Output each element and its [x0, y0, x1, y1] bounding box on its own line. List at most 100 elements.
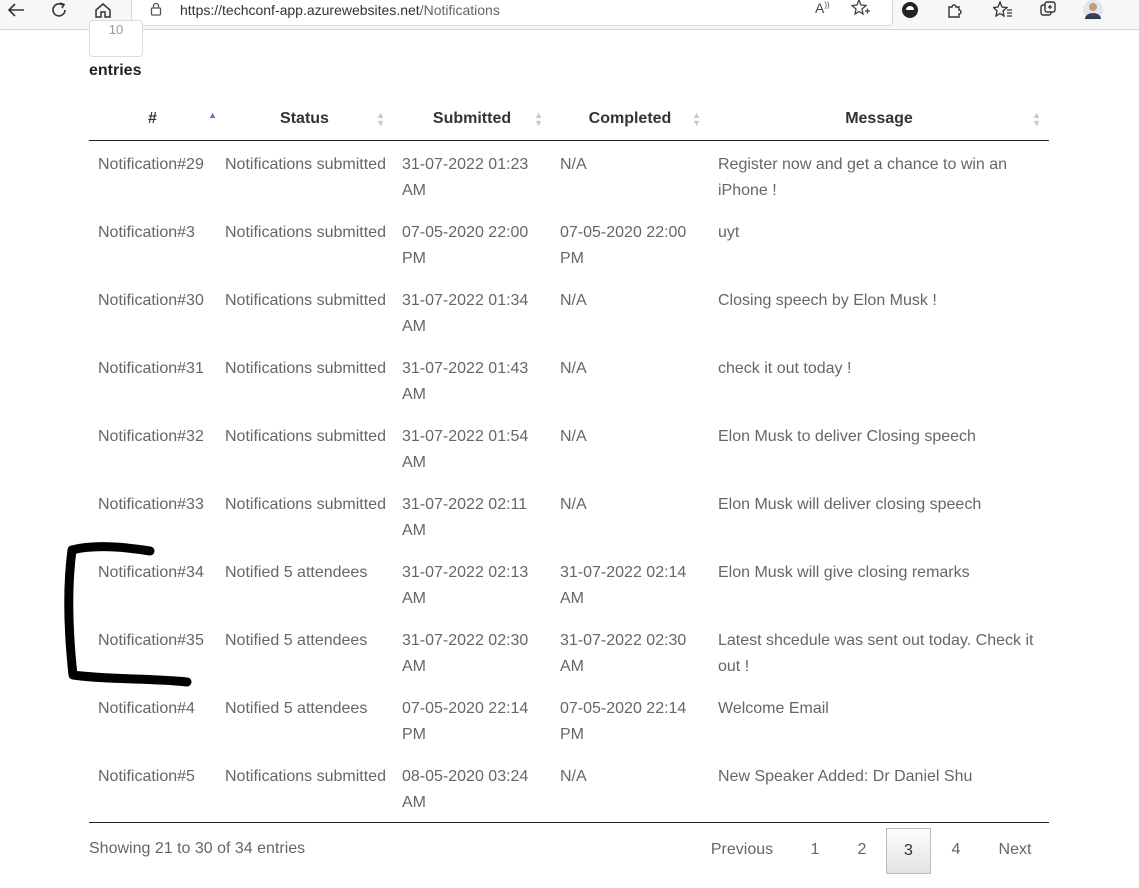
table-bottom-border [89, 822, 1049, 823]
cell-message: Elon Musk will deliver closing speech [718, 496, 982, 513]
cell-submitted: 31-07-2022 01:34 AM [402, 292, 529, 335]
table-row: Notification#32 Notifications submitted … [89, 413, 1049, 481]
column-label: Submitted [432, 110, 512, 127]
cell-number: Notification#35 [98, 632, 204, 649]
page-length-value: 10 [108, 22, 124, 37]
column-header-completed[interactable]: Completed ▲ ▼ [551, 98, 709, 141]
favorite-add-icon[interactable] [850, 0, 871, 22]
cell-submitted: 31-07-2022 02:11 AM [402, 496, 528, 539]
cell-submitted: 31-07-2022 01:43 AM [402, 360, 529, 403]
table-row: Notification#29 Notifications submitted … [89, 141, 1049, 210]
previous-page-button[interactable]: Previous [702, 828, 782, 872]
cell-number: Notification#4 [98, 700, 195, 717]
table-row: Notification#33 Notifications submitted … [89, 481, 1049, 549]
cell-status: Notifications submitted [225, 292, 386, 309]
sort-icon: ▲ ▼ [692, 110, 701, 128]
browser-toolbar: https://techconf-app.azurewebsites.net/N… [0, 0, 1139, 30]
sort-icon: ▲ ▼ [1032, 110, 1041, 128]
profile-avatar[interactable] [1082, 0, 1104, 20]
cell-status: Notifications submitted [225, 496, 386, 513]
back-icon[interactable] [6, 0, 26, 20]
read-aloud-icon[interactable]: A)) [815, 0, 830, 16]
cell-number: Notification#3 [98, 224, 195, 241]
column-label: # [148, 110, 157, 127]
lock-icon [150, 2, 162, 21]
table-row: Notification#34 Notified 5 attendees 31-… [89, 549, 1049, 617]
cell-number: Notification#34 [98, 564, 204, 581]
cell-message: Elon Musk will give closing remarks [718, 564, 970, 581]
cell-completed: 31-07-2022 02:14 AM [560, 564, 687, 607]
cell-message: uyt [718, 224, 740, 241]
sort-icon: ▲ ▼ [376, 110, 385, 128]
cell-submitted: 31-07-2022 01:23 AM [402, 156, 529, 199]
cell-message: Elon Musk to deliver Closing speech [718, 428, 976, 445]
column-label: Message [845, 110, 913, 127]
cell-completed: N/A [560, 292, 587, 309]
cell-status: Notifications submitted [225, 156, 386, 173]
table-row: Notification#3 Notifications submitted 0… [89, 209, 1049, 277]
column-header-status[interactable]: Status ▲ ▼ [216, 98, 393, 141]
next-page-button[interactable]: Next [990, 828, 1040, 872]
cell-submitted: 07-05-2020 22:00 PM [402, 224, 529, 267]
cell-number: Notification#32 [98, 428, 204, 445]
cell-completed: N/A [560, 496, 587, 513]
column-header-submitted[interactable]: Submitted ▲ ▼ [393, 98, 551, 141]
cell-submitted: 08-05-2020 03:24 AM [402, 768, 529, 811]
extension-circle-icon[interactable] [899, 0, 921, 20]
cell-message: check it out today ! [718, 360, 852, 377]
page-button-4[interactable]: 4 [934, 828, 978, 872]
table-row: Notification#35 Notified 5 attendees 31-… [89, 617, 1049, 685]
cell-number: Notification#5 [98, 768, 195, 785]
page-button-3-current[interactable]: 3 [886, 828, 931, 874]
page-length-select[interactable]: 10 [89, 20, 143, 57]
cell-submitted: 07-05-2020 22:14 PM [402, 700, 529, 743]
cell-message: Latest shcedule was sent out today. Chec… [718, 632, 1034, 675]
column-header-message[interactable]: Message ▲ ▼ [709, 98, 1049, 141]
cell-completed: 07-05-2020 22:14 PM [560, 700, 687, 743]
cell-completed: N/A [560, 768, 587, 785]
table-row: Notification#30 Notifications submitted … [89, 277, 1049, 345]
table-row: Notification#31 Notifications submitted … [89, 345, 1049, 413]
home-icon[interactable] [93, 0, 113, 20]
cell-completed: N/A [560, 428, 587, 445]
cell-status: Notifications submitted [225, 360, 386, 377]
page-button-1[interactable]: 1 [793, 828, 837, 872]
url-host: https://techconf-app.azurewebsites.net [180, 2, 420, 18]
cell-number: Notification#31 [98, 360, 204, 377]
cell-completed: N/A [560, 156, 587, 173]
refresh-icon[interactable] [49, 0, 69, 20]
cell-completed: 31-07-2022 02:30 AM [560, 632, 687, 675]
cell-submitted: 31-07-2022 01:54 AM [402, 428, 529, 471]
table-row: Notification#5 Notifications submitted 0… [89, 753, 1049, 816]
extensions-icon[interactable] [944, 0, 966, 20]
table-header-row: # ▲ Status ▲ ▼ Submitted ▲ ▼ Completed ▲ ▼ Mess… [89, 98, 1049, 141]
cell-status: Notified 5 attendees [225, 700, 368, 717]
column-header-number[interactable]: # ▲ [89, 98, 217, 141]
cell-status: Notified 5 attendees [225, 632, 368, 649]
cell-submitted: 31-07-2022 02:30 AM [402, 632, 529, 675]
address-bar[interactable]: https://techconf-app.azurewebsites.net/N… [131, 0, 893, 26]
cell-status: Notifications submitted [225, 768, 386, 785]
url-text: https://techconf-app.azurewebsites.net/N… [180, 2, 500, 18]
cell-completed: N/A [560, 360, 587, 377]
notifications-table: # ▲ Status ▲ ▼ Submitted ▲ ▼ Completed ▲ ▼ Mess… [89, 98, 1049, 816]
cell-status: Notified 5 attendees [225, 564, 368, 581]
page-button-2[interactable]: 2 [840, 828, 884, 872]
table-row: Notification#4 Notified 5 attendees 07-0… [89, 685, 1049, 753]
cell-status: Notifications submitted [225, 428, 386, 445]
column-label: Completed [588, 110, 672, 127]
url-path: /Notifications [419, 2, 500, 18]
pagination: Previous 1 2 3 4 Next [0, 828, 1139, 874]
cell-message: Closing speech by Elon Musk ! [718, 292, 937, 309]
cell-message: Register now and get a chance to win an … [718, 156, 1008, 199]
sort-icon: ▲ ▼ [534, 110, 543, 128]
cell-status: Notifications submitted [225, 224, 386, 241]
cell-message: New Speaker Added: Dr Daniel Shu [718, 768, 973, 785]
cell-number: Notification#29 [98, 156, 204, 173]
collections-icon[interactable] [1037, 0, 1059, 20]
cell-completed: 07-05-2020 22:00 PM [560, 224, 687, 267]
cell-number: Notification#33 [98, 496, 204, 513]
favorites-icon[interactable] [992, 0, 1014, 20]
cell-message: Welcome Email [718, 700, 829, 717]
cell-submitted: 31-07-2022 02:13 AM [402, 564, 529, 607]
